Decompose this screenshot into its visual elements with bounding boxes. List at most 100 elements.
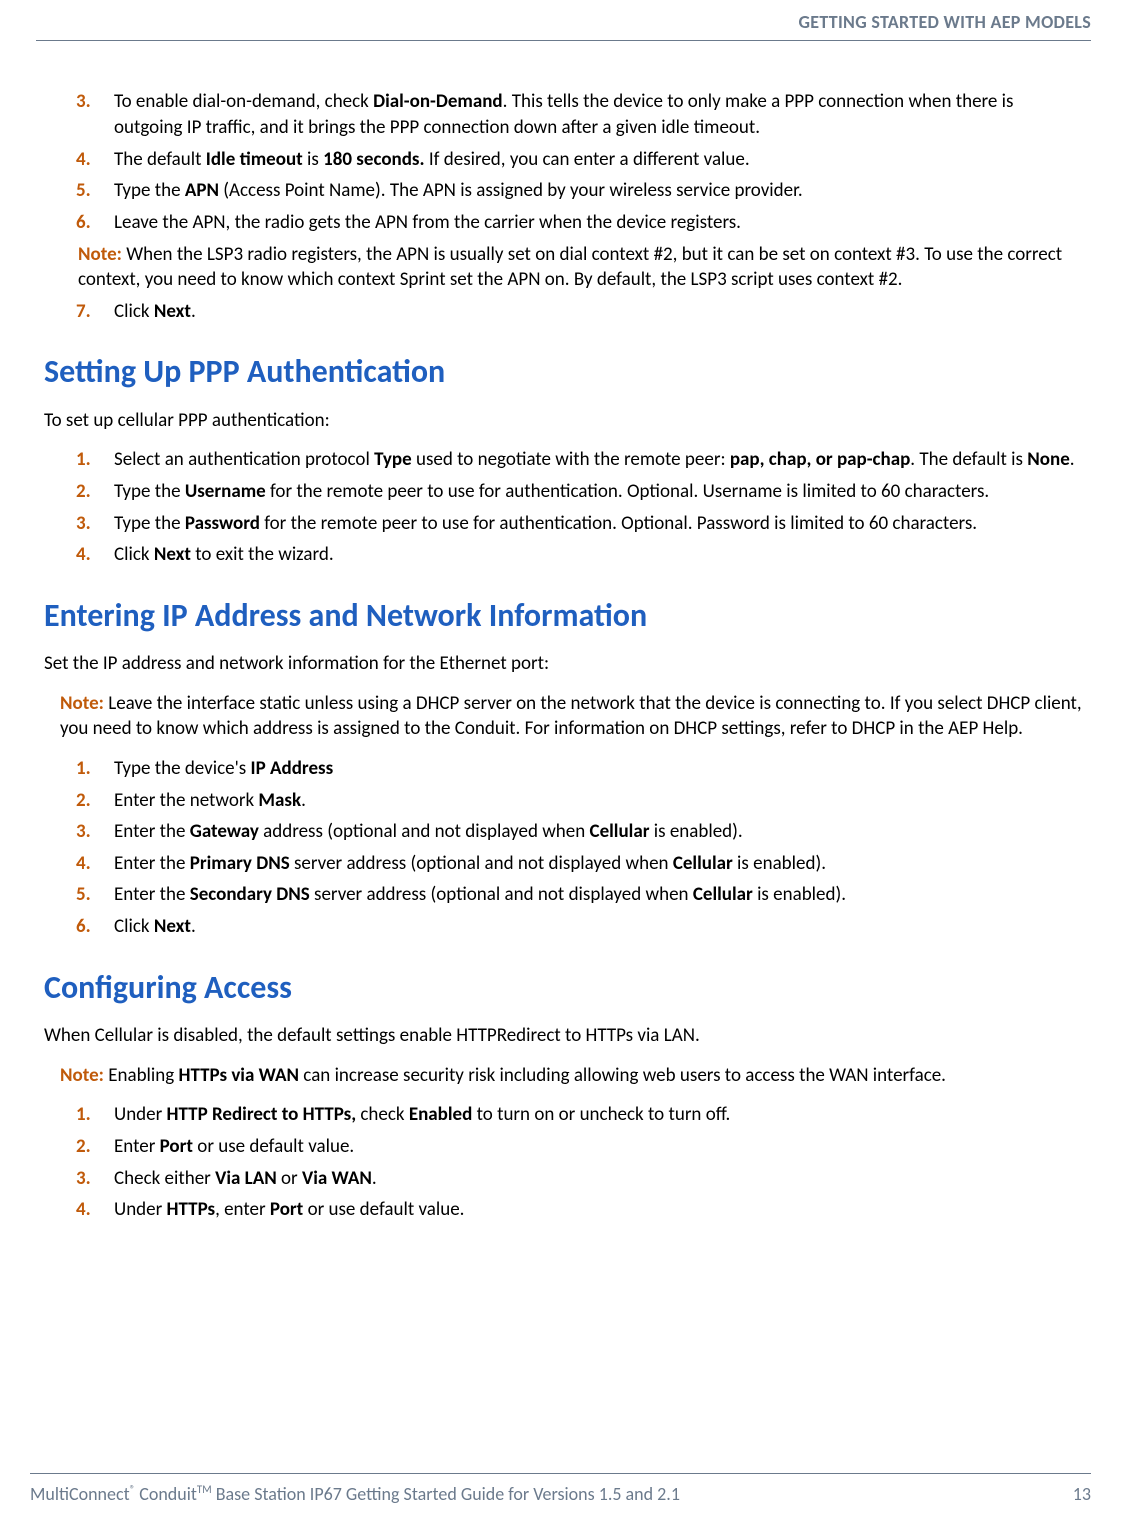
page-number: 13 xyxy=(1073,1482,1091,1506)
note-ip: Note: Leave the interface static unless … xyxy=(44,691,1083,742)
bold-text: APN xyxy=(185,179,219,202)
list-marker: 2. xyxy=(76,1134,91,1160)
running-header: GETTING STARTED WITH AEP MODELS xyxy=(36,10,1091,41)
list-item: 5. Enter the Secondary DNS server addres… xyxy=(114,882,1083,908)
list-item: 7. Click Next. xyxy=(114,299,1083,325)
trademark-icon: TM xyxy=(197,1483,212,1496)
lead-access: When Cellular is disabled, the default s… xyxy=(44,1023,1083,1049)
list-marker: 3. xyxy=(76,511,91,537)
text: Conduit xyxy=(135,1483,197,1505)
text: for the remote peer to use for authentic… xyxy=(266,480,989,503)
bold-text: Next xyxy=(154,915,191,938)
list-marker: 6. xyxy=(76,914,91,940)
text: can increase security risk including all… xyxy=(299,1064,946,1087)
bold-text: Enabled xyxy=(409,1103,472,1126)
text: MultiConnect xyxy=(30,1483,130,1505)
lead-ppp: To set up cellular PPP authentication: xyxy=(44,408,1083,434)
note-label: Note: xyxy=(60,1064,104,1087)
list-item: 1. Type the device's IP Address xyxy=(114,756,1083,782)
bold-text: 180 seconds. xyxy=(323,148,424,171)
text: Enabling xyxy=(104,1064,179,1087)
list-item: 3. Check either Via LAN or Via WAN. xyxy=(114,1166,1083,1192)
text: is xyxy=(303,148,323,171)
list-marker: 6. xyxy=(76,210,91,236)
text: Enter the xyxy=(114,883,190,906)
text: . xyxy=(372,1167,377,1190)
list-marker: 1. xyxy=(76,447,91,473)
list-continued: 3. To enable dial-on-demand, check Dial-… xyxy=(44,89,1083,235)
bold-text: Next xyxy=(154,543,191,566)
list-item: 4. Enter the Primary DNS server address … xyxy=(114,851,1083,877)
list-ppp: 1. Select an authentication protocol Typ… xyxy=(44,447,1083,568)
text: Leave the APN, the radio gets the APN fr… xyxy=(114,211,741,234)
bold-text: Username xyxy=(185,480,266,503)
note-text: Leave the interface static unless using … xyxy=(60,692,1082,741)
page-footer: MultiConnect® ConduitTM Base Station IP6… xyxy=(30,1473,1091,1506)
heading-ip: Entering IP Address and Network Informat… xyxy=(44,594,1083,637)
list-item: 3. To enable dial-on-demand, check Dial-… xyxy=(114,89,1083,140)
text: Under xyxy=(114,1103,167,1126)
heading-ppp: Setting Up PPP Authentication xyxy=(44,350,1083,393)
heading-access: Configuring Access xyxy=(44,966,1083,1009)
list-item: 6. Leave the APN, the radio gets the APN… xyxy=(114,210,1083,236)
bold-text: Cellular xyxy=(693,883,753,906)
bold-text: Next xyxy=(154,300,191,323)
list-item: 5. Type the APN (Access Point Name). The… xyxy=(114,178,1083,204)
text: check xyxy=(356,1103,409,1126)
text: Enter xyxy=(114,1135,160,1158)
text: Base Station IP67 Getting Started Guide … xyxy=(212,1483,680,1505)
bold-text: Primary DNS xyxy=(190,852,290,875)
list-item: 2. Enter Port or use default value. xyxy=(114,1134,1083,1160)
list-marker: 5. xyxy=(76,178,91,204)
lead-ip: Set the IP address and network informati… xyxy=(44,651,1083,677)
bold-text: Mask xyxy=(258,789,301,812)
list-marker: 2. xyxy=(76,479,91,505)
bold-text: Cellular xyxy=(673,852,733,875)
footer-title: MultiConnect® ConduitTM Base Station IP6… xyxy=(30,1482,680,1506)
text: server address (optional and not display… xyxy=(310,883,693,906)
text: or use default value. xyxy=(193,1135,354,1158)
list-continued-2: 7. Click Next. xyxy=(44,299,1083,325)
list-ip: 1. Type the device's IP Address 2. Enter… xyxy=(44,756,1083,940)
list-marker: 3. xyxy=(76,819,91,845)
text: (Access Point Name). The APN is assigned… xyxy=(219,179,803,202)
text: Click xyxy=(114,915,154,938)
text: Click xyxy=(114,300,154,323)
bold-text: HTTPs via WAN xyxy=(179,1064,300,1087)
text: is enabled). xyxy=(753,883,846,906)
text: Enter the xyxy=(114,852,190,875)
text: used to negotiate with the remote peer: xyxy=(412,448,730,471)
text: . xyxy=(191,915,196,938)
list-item: 4. The default Idle timeout is 180 secon… xyxy=(114,147,1083,173)
list-marker: 4. xyxy=(76,542,91,568)
text: to exit the wizard. xyxy=(191,543,334,566)
bold-text: Type xyxy=(374,448,412,471)
text: Select an authentication protocol xyxy=(114,448,374,471)
list-marker: 1. xyxy=(76,756,91,782)
bold-text: Via LAN xyxy=(215,1167,277,1190)
bold-text: Secondary DNS xyxy=(190,883,310,906)
list-item: 3. Type the Password for the remote peer… xyxy=(114,511,1083,537)
list-marker: 4. xyxy=(76,147,91,173)
text: server address (optional and not display… xyxy=(290,852,673,875)
bold-text: Gateway xyxy=(190,820,259,843)
text: . xyxy=(301,789,306,812)
text: is enabled). xyxy=(733,852,826,875)
bold-text: Port xyxy=(270,1198,303,1221)
text: is enabled). xyxy=(649,820,742,843)
list-marker: 5. xyxy=(76,882,91,908)
bold-text: Idle timeout xyxy=(206,148,303,171)
note-block: Note: When the LSP3 radio registers, the… xyxy=(44,242,1083,293)
list-item: 3. Enter the Gateway address (optional a… xyxy=(114,819,1083,845)
bold-text: IP Address xyxy=(251,757,334,780)
text: or use default value. xyxy=(303,1198,464,1221)
bold-text: Via WAN xyxy=(302,1167,372,1190)
text: Click xyxy=(114,543,154,566)
bold-text: HTTP Redirect to HTTPs, xyxy=(167,1103,357,1126)
list-marker: 4. xyxy=(76,851,91,877)
note-label: Note: xyxy=(78,243,122,266)
text: Under xyxy=(114,1198,167,1221)
text: Type the xyxy=(114,179,185,202)
bold-text: Password xyxy=(185,512,260,535)
bold-text: None xyxy=(1027,448,1070,471)
